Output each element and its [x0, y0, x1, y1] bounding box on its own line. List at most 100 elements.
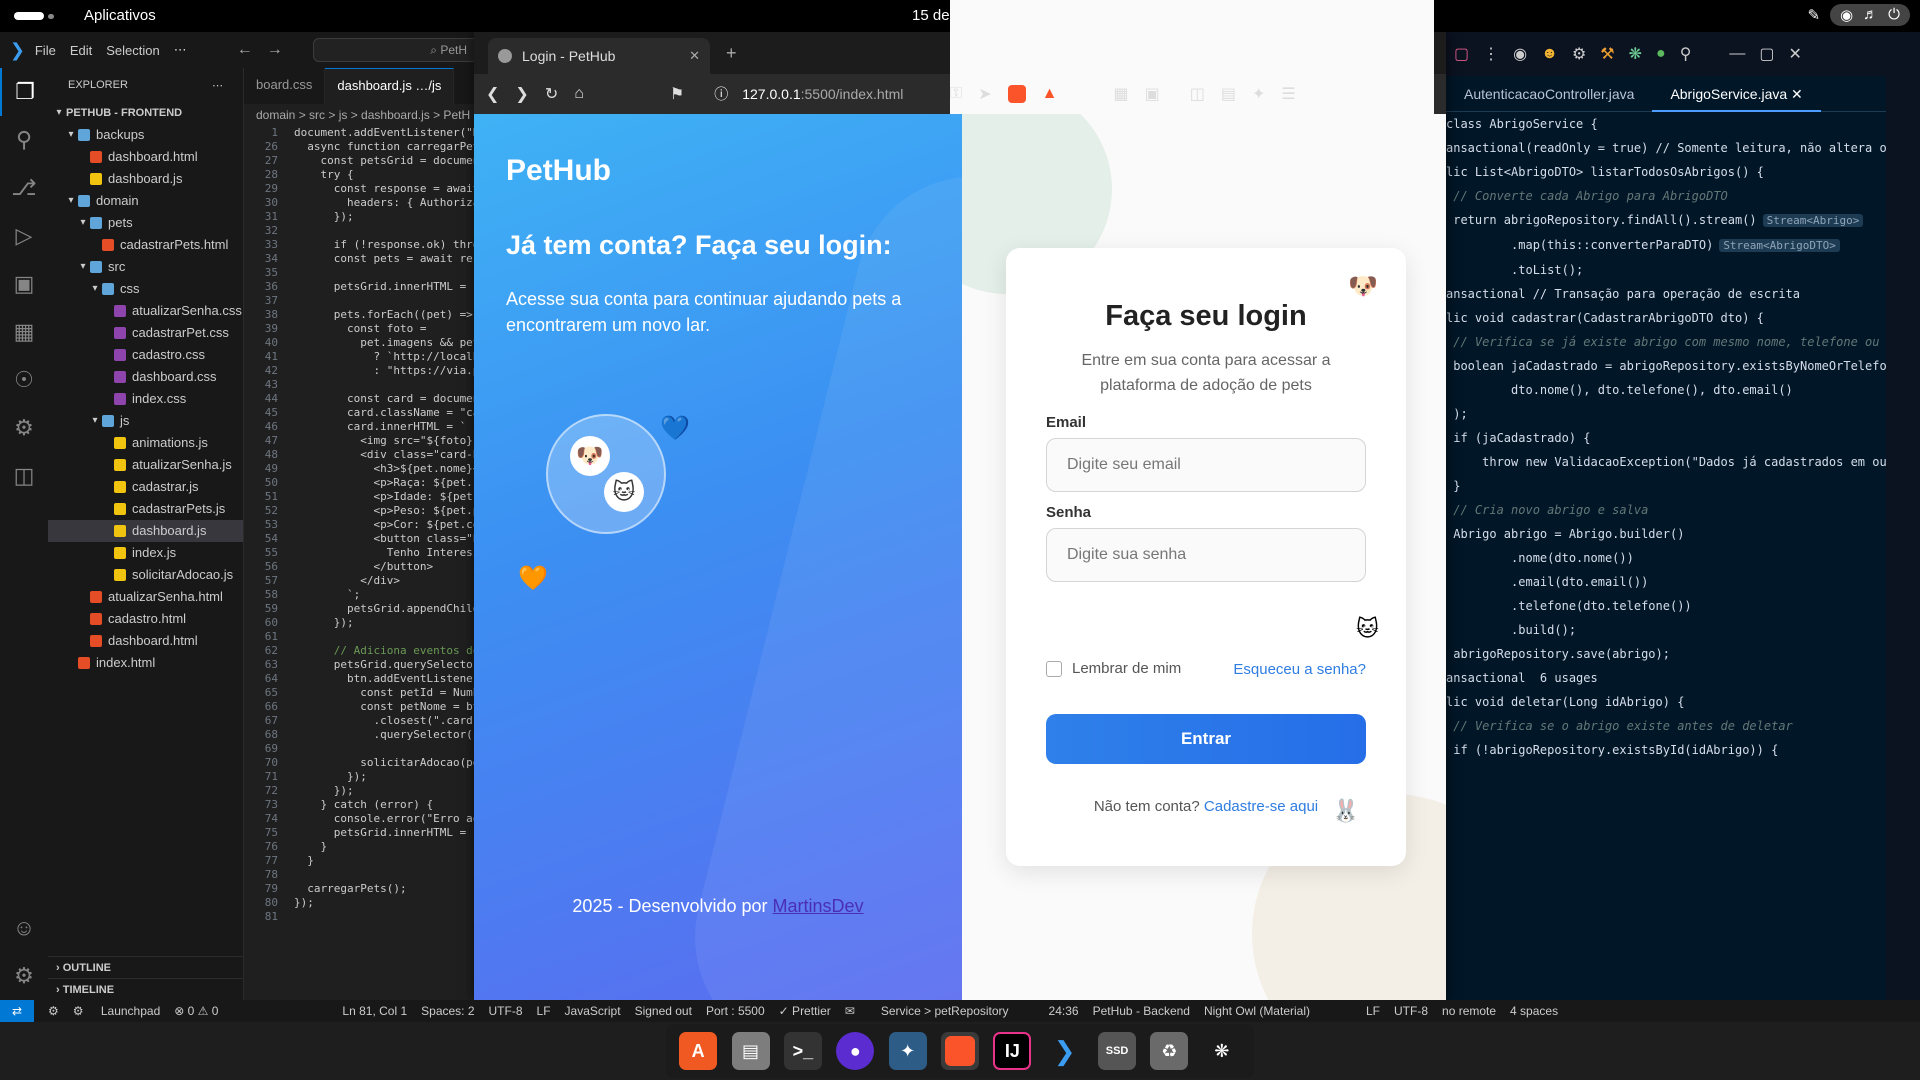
file-tree-item[interactable]: cadastrarPets.html	[48, 234, 243, 256]
remote-indicator-icon[interactable]: ⇄	[0, 1000, 34, 1022]
workspace-indicator[interactable]	[14, 12, 44, 20]
ij-position[interactable]: 24:36	[1049, 1004, 1079, 1018]
bookmark-icon[interactable]: ⚑	[670, 84, 684, 104]
extensions-icon[interactable]: ▦	[1113, 84, 1128, 104]
back-icon[interactable]: ❮	[486, 84, 499, 104]
signed-out-status[interactable]: Signed out	[635, 1004, 692, 1018]
file-tree-item[interactable]: ▾ src	[48, 256, 243, 278]
dbeaver-icon[interactable]: ✦	[888, 1032, 927, 1070]
ai-assistant-icon[interactable]: ◉	[1513, 44, 1527, 64]
tab-board-css[interactable]: board.css	[244, 68, 326, 104]
run-debug-icon[interactable]: ▷	[0, 212, 48, 260]
remote-explorer-icon[interactable]: ▣	[0, 260, 48, 308]
build-icon[interactable]: ⚒	[1600, 44, 1614, 64]
ij-indent[interactable]: 4 spaces	[1510, 1004, 1558, 1018]
file-tree-item[interactable]: cadastro.html	[48, 608, 243, 630]
site-info-icon[interactable]: ⓘ	[714, 84, 728, 104]
menu-edit[interactable]: Edit	[70, 43, 92, 58]
account-icon[interactable]: ☺	[0, 904, 48, 952]
quick-settings[interactable]: ◉ ♬ ⏻	[1830, 4, 1910, 26]
language-mode[interactable]: JavaScript	[565, 1004, 621, 1018]
file-tree-item[interactable]: ▾ js	[48, 410, 243, 432]
indentation[interactable]: Spaces: 2	[421, 1004, 474, 1018]
explorer-icon[interactable]: ❐	[0, 68, 48, 116]
prettier-status[interactable]: ✓ Prettier	[779, 1004, 831, 1018]
footer-link[interactable]: MartinsDev	[773, 896, 864, 916]
applications-menu[interactable]: Aplicativos	[84, 7, 156, 24]
nav-forward-icon[interactable]: →	[267, 41, 283, 59]
tab-close-icon[interactable]: ✕	[689, 48, 700, 64]
translate-icon[interactable]: ⚙	[1572, 44, 1586, 64]
file-tree-item[interactable]: dashboard.html	[48, 630, 243, 652]
file-tree-item[interactable]: index.css	[48, 388, 243, 410]
vscode-app-icon[interactable]: ❯	[1046, 1032, 1084, 1070]
code-editor[interactable]: 1 document.addEventListener("DO 26 async f…	[244, 126, 478, 924]
tab-autenticacao-controller[interactable]: AutenticacaoController.java	[1446, 76, 1652, 112]
encoding[interactable]: UTF-8	[489, 1004, 523, 1018]
command-center[interactable]: ⌕ PetH	[312, 38, 478, 62]
browser-tab[interactable]: Login - PetHub ✕	[488, 38, 710, 74]
app-store-icon[interactable]: A	[679, 1032, 718, 1070]
home-icon[interactable]: ⌂	[574, 85, 584, 103]
file-tree-item[interactable]: cadastrar.js	[48, 476, 243, 498]
menu-file[interactable]: File	[35, 43, 56, 58]
workspace-indicator-secondary[interactable]	[48, 14, 54, 19]
file-tree-item[interactable]: atualizarSenha.css	[48, 300, 243, 322]
password-field[interactable]	[1046, 528, 1366, 582]
search-icon[interactable]: ⚲	[0, 116, 48, 164]
leo-ai-icon[interactable]: ✦	[1252, 84, 1265, 104]
ij-breadcrumb[interactable]: Service > petRepository	[881, 1004, 1009, 1018]
ij-eol[interactable]: LF	[1366, 1004, 1380, 1018]
email-field[interactable]	[1046, 438, 1366, 492]
explorer-more-icon[interactable]: ⋯	[212, 79, 223, 92]
database-icon[interactable]: ◫	[0, 452, 48, 500]
record-icon[interactable]: ▢	[1454, 44, 1469, 64]
signup-link[interactable]: Cadastre-se aqui	[1204, 798, 1318, 815]
address-bar[interactable]: ⓘ 127.0.0.1:5500/index.html	[714, 84, 903, 104]
trash-icon[interactable]: ♻	[1150, 1032, 1189, 1070]
show-apps-icon[interactable]: ❋	[1203, 1032, 1241, 1070]
cursor-position[interactable]: Ln 81, Col 1	[342, 1004, 407, 1018]
file-tree-item[interactable]: atualizarSenha.html	[48, 586, 243, 608]
status-dot-icon[interactable]: ●	[1656, 45, 1666, 63]
forward-icon[interactable]: ❯	[515, 84, 528, 104]
file-tree-item[interactable]: solicitarAdocao.js	[48, 564, 243, 586]
ij-encoding[interactable]: UTF-8	[1394, 1004, 1428, 1018]
sidebar-icon[interactable]: ◫	[1190, 84, 1205, 104]
menu-selection[interactable]: Selection	[106, 43, 159, 58]
file-tree-item[interactable]: animations.js	[48, 432, 243, 454]
breadcrumb[interactable]: domain > src > js > dashboard.js > PetH	[244, 104, 478, 126]
intellij-icon[interactable]: IJ	[993, 1032, 1032, 1070]
live-server-port[interactable]: Port : 5500	[706, 1004, 765, 1018]
browser-app-icon[interactable]: ●	[836, 1032, 875, 1070]
new-tab-icon[interactable]: +	[726, 43, 737, 64]
menu-more[interactable]: ⋯	[174, 42, 187, 58]
copilot-icon[interactable]: ⚙	[48, 1004, 59, 1018]
nav-back-icon[interactable]: ←	[237, 41, 253, 59]
menu-icon[interactable]: ☰	[1281, 84, 1295, 104]
settings-gear-icon[interactable]: ⚙	[0, 952, 48, 1000]
remember-checkbox[interactable]	[1046, 660, 1062, 677]
file-tree-item[interactable]: cadastrarPet.css	[48, 322, 243, 344]
git-graph-icon[interactable]: ☉	[0, 356, 48, 404]
eol[interactable]: LF	[537, 1004, 551, 1018]
search-everywhere-icon[interactable]: ⚲	[1680, 44, 1692, 64]
wallet-icon[interactable]: ▤	[1221, 84, 1236, 104]
file-tree-item[interactable]: ▾ pets	[48, 212, 243, 234]
accessibility-icon[interactable]: ✎	[1807, 6, 1820, 24]
launchpad-item[interactable]: ⚙ Launchpad	[73, 1004, 160, 1018]
brave-shields-icon[interactable]	[1007, 85, 1026, 103]
screenshot-icon[interactable]: ▣	[1145, 84, 1160, 104]
project-root[interactable]: ▾ PETHUB - FRONTEND	[48, 102, 243, 124]
file-tree-item[interactable]: dashboard.js	[48, 168, 243, 190]
login-button[interactable]: Entrar	[1046, 714, 1366, 764]
tab-abrigo-service[interactable]: AbrigoService.java ✕	[1652, 76, 1821, 112]
reload-icon[interactable]: ↻	[545, 84, 558, 104]
file-tree-item[interactable]: ▾ css	[48, 278, 243, 300]
file-tree-item[interactable]: index.html	[48, 652, 243, 674]
maximize-icon[interactable]: ▢	[1759, 44, 1774, 64]
file-tree-item[interactable]: cadastrarPets.js	[48, 498, 243, 520]
file-tree-item[interactable]: dashboard.css	[48, 366, 243, 388]
brave-rewards-icon[interactable]: ▲	[1042, 85, 1058, 103]
terminal-icon[interactable]: >_	[783, 1032, 822, 1070]
